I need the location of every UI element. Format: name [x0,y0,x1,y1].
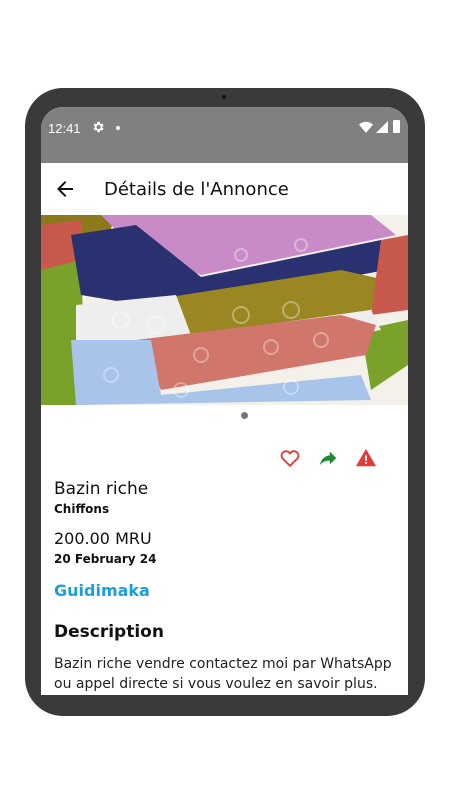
fabric-stack-illustration [41,215,408,405]
app-bar: Détails de l'Annonce [41,163,408,215]
status-time: 12:41 [48,121,81,136]
description-text: Bazin riche vendre contactez moi par Wha… [54,656,392,692]
product-image[interactable] [41,215,408,405]
notification-dot [116,126,120,130]
pager-indicator[interactable] [241,412,248,419]
heart-icon[interactable] [278,447,302,469]
back-arrow-icon[interactable] [53,177,77,201]
listing-price: 200.00 MRU [54,529,152,548]
listing-location[interactable]: Guidimaka [54,581,150,600]
listing-date: 20 February 24 [54,552,157,566]
listing-title: Bazin riche [54,479,149,499]
listing-category: Chiffons [54,502,110,516]
share-icon[interactable] [316,447,340,469]
description-heading: Description [54,622,164,642]
battery-icon [393,120,400,133]
status-bar: 12:41 [41,107,408,163]
front-camera [222,95,226,99]
app-screen: 12:41 Détails de l'Annonce Bazin riche C… [41,107,408,695]
warning-icon[interactable] [354,447,378,469]
settings-icon [93,121,104,133]
wifi-icon [359,121,373,133]
page-title: Détails de l'Annonce [104,179,289,200]
signal-icon [376,121,388,133]
